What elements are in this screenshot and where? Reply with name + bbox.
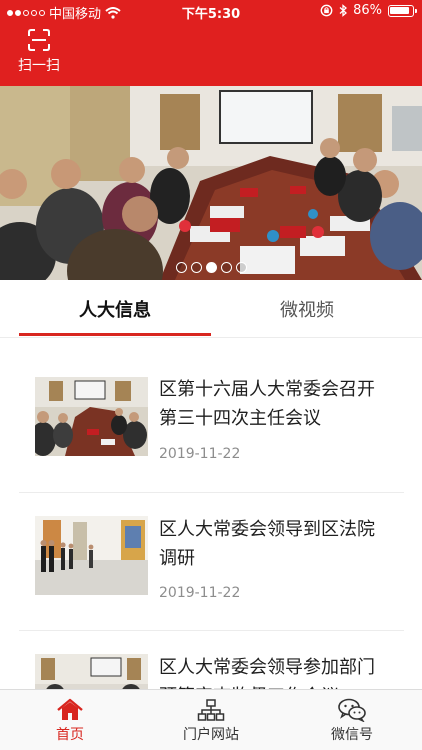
news-date: 2019-11-22 [159,446,241,462]
bottom-nav: 首页 门户网站 微信号 [0,689,422,750]
active-tab-indicator [19,333,211,336]
rotation-lock-icon [320,4,333,17]
pager-dot[interactable] [190,262,202,273]
list-item[interactable]: 区第十六届人大常委会召开第三十四次主任会议 2019-11-22 [0,339,422,477]
banner-image [0,86,422,280]
nav-label-home: 首页 [56,727,84,743]
home-icon [57,698,83,720]
nav-label-portal: 门户网站 [183,727,239,743]
news-thumbnail [35,377,148,456]
scan-icon [28,29,50,51]
status-bar: 中国移动 下午5:30 86% [0,0,422,24]
wechat-icon [338,698,366,722]
battery-percent: 86% [353,3,382,18]
bluetooth-icon [339,4,348,17]
nav-label-wechat: 微信号 [331,727,373,743]
list-item[interactable]: 区人大常委会领导到区法院调研 2019-11-22 [0,493,422,631]
news-date: 2019-11-22 [159,585,241,601]
scan-label: 扫一扫 [18,58,60,74]
tab-micro-video[interactable]: 微视频 [211,280,403,338]
pager-dot[interactable] [235,262,247,273]
pager-dot[interactable] [220,262,232,273]
news-title[interactable]: 区第十六届人大常委会召开第三十四次主任会议 [159,375,387,433]
news-thumbnail [35,516,148,595]
nav-portal[interactable]: 门户网站 [141,690,281,750]
banner-pager [0,262,422,273]
sitemap-icon [197,699,225,721]
news-title[interactable]: 区人大常委会领导到区法院调研 [159,515,387,573]
nav-home[interactable]: 首页 [0,690,140,750]
battery-icon [388,4,417,17]
tab-renda-info[interactable]: 人大信息 [19,280,211,338]
pager-dot[interactable] [175,262,187,273]
tab-bar: 人大信息 微视频 [0,280,422,338]
nav-wechat[interactable]: 微信号 [282,690,422,750]
top-header: 中国移动 下午5:30 86% 扫一扫 [0,0,422,86]
banner-carousel[interactable] [0,86,422,280]
scan-button[interactable]: 扫一扫 [14,28,64,76]
pager-dot-active[interactable] [205,262,217,273]
status-right: 86% [320,3,417,18]
